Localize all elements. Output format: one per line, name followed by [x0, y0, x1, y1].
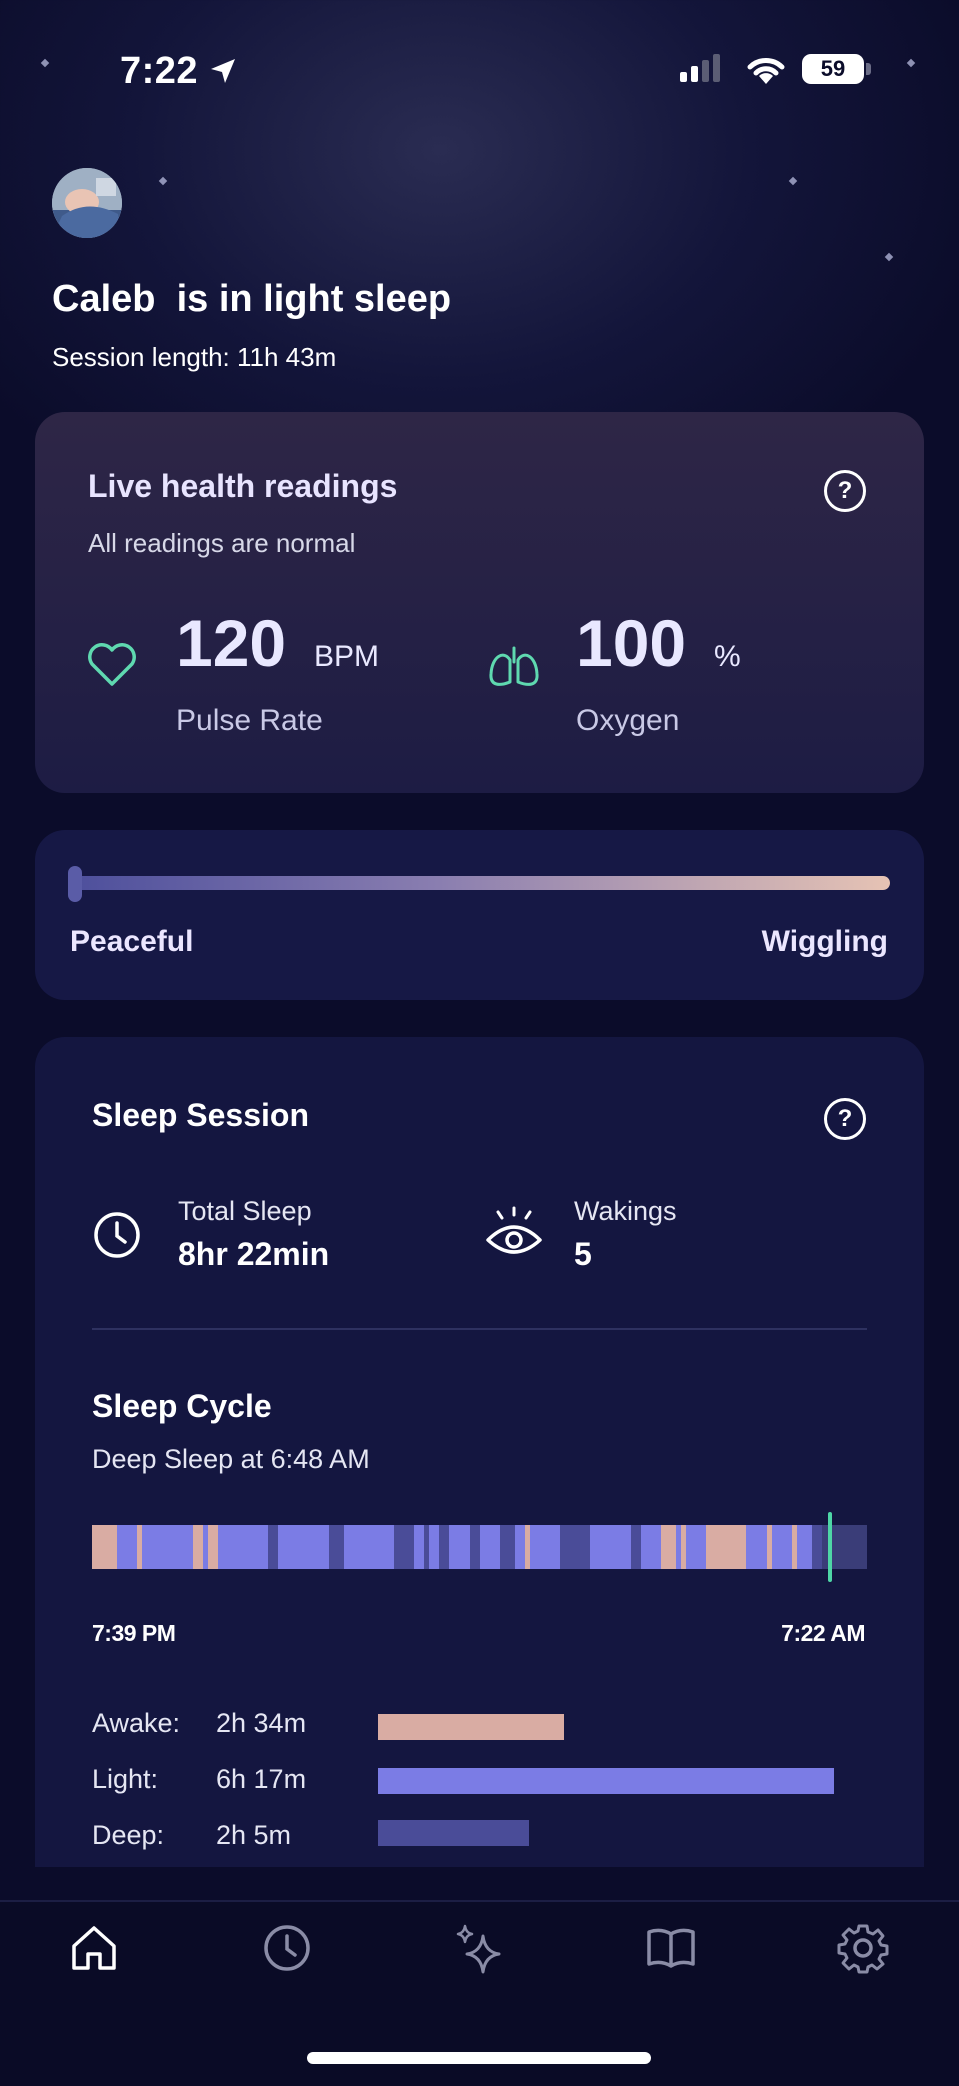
stage-name-light: Light:	[92, 1764, 159, 1794]
battery-indicator: 59	[802, 54, 864, 84]
heart-icon	[88, 643, 136, 686]
stage-name-deep: Deep:	[92, 1820, 165, 1850]
lungs-icon	[489, 646, 539, 686]
timeline-segment	[706, 1525, 747, 1569]
timeline-segment	[530, 1525, 561, 1569]
timeline-segment	[660, 1525, 677, 1569]
timeline-segment	[328, 1525, 345, 1569]
live-health-title: Live health readings	[88, 468, 398, 504]
tab-settings[interactable]	[835, 1920, 891, 1976]
movement-meter-track	[70, 876, 890, 890]
timeline-segment	[771, 1525, 793, 1569]
section-divider	[92, 1328, 867, 1330]
timeline-segment	[686, 1525, 707, 1569]
oxygen-unit: %	[714, 640, 741, 673]
timeline-segment	[192, 1525, 204, 1569]
timeline-segment	[439, 1525, 450, 1569]
total-sleep-label: Total Sleep	[178, 1196, 312, 1226]
oxygen-value: 100	[576, 606, 687, 680]
home-indicator	[307, 2052, 651, 2064]
stage-duration-light: 6h 17m	[216, 1764, 307, 1794]
pulse-label: Pulse Rate	[176, 704, 323, 737]
timeline-segment	[514, 1525, 526, 1569]
movement-card	[35, 830, 924, 1000]
sleep-cycle-title: Sleep Cycle	[92, 1388, 272, 1424]
live-health-help-button[interactable]: ?	[824, 470, 866, 512]
timeline-segment	[479, 1525, 501, 1569]
pulse-value: 120	[176, 606, 287, 680]
star-decoration	[884, 252, 894, 262]
timeline-segment	[227, 1525, 269, 1569]
timeline-segment	[429, 1525, 440, 1569]
sleep-cycle-subtitle: Deep Sleep at 6:48 AM	[92, 1444, 370, 1474]
wifi-icon	[747, 58, 785, 84]
gear-icon	[837, 1924, 889, 1974]
timeline-segment	[640, 1525, 662, 1569]
timeline-start-time: 7:39 PM	[92, 1620, 176, 1646]
timeline-segment	[92, 1525, 118, 1569]
wakings-value: 5	[574, 1236, 592, 1272]
total-sleep-value: 8hr 22min	[178, 1236, 330, 1272]
status-time: 7:22	[120, 50, 199, 92]
tab-guides[interactable]	[643, 1920, 699, 1976]
timeline-now-marker	[828, 1512, 832, 1582]
timeline-segment	[142, 1525, 194, 1569]
sparkles-icon	[456, 1924, 501, 1974]
timeline-segment	[414, 1525, 425, 1569]
timeline-segment	[278, 1525, 330, 1569]
avatar[interactable]	[52, 168, 122, 238]
sleep-cycle-timeline[interactable]	[92, 1525, 867, 1569]
timeline-segment	[268, 1525, 279, 1569]
sleep-status-headline: Caleb is in light sleep	[52, 278, 452, 320]
stage-bar-light	[378, 1768, 834, 1794]
timeline-segment	[560, 1525, 591, 1569]
movement-right-label: Wiggling	[761, 925, 888, 958]
sleep-session-title: Sleep Session	[92, 1097, 309, 1133]
stage-duration-awake: 2h 34m	[216, 1708, 307, 1738]
timeline-segment	[217, 1525, 229, 1569]
movement-left-label: Peaceful	[70, 925, 194, 958]
wakings-label: Wakings	[574, 1196, 677, 1226]
timeline-segment	[590, 1525, 632, 1569]
timeline-segment	[117, 1525, 138, 1569]
timeline-segment	[449, 1525, 471, 1569]
stage-name-awake: Awake:	[92, 1708, 181, 1738]
star-decoration	[788, 176, 798, 186]
tab-home[interactable]	[66, 1920, 122, 1976]
star-decoration	[158, 176, 168, 186]
timeline-segment	[746, 1525, 768, 1569]
timeline-segment	[207, 1525, 219, 1569]
home-icon	[72, 1926, 116, 1970]
timeline-segment	[796, 1525, 813, 1569]
clock-icon	[94, 1212, 140, 1258]
live-health-subtitle: All readings are normal	[88, 528, 356, 558]
timeline-segment	[811, 1525, 823, 1569]
battery-tip	[866, 63, 871, 75]
oxygen-label: Oxygen	[576, 704, 680, 737]
timeline-segment	[469, 1525, 481, 1569]
cellular-signal-icon	[680, 54, 720, 82]
movement-meter-marker	[68, 866, 82, 902]
timeline-segment	[394, 1525, 415, 1569]
timeline-end-time: 7:22 AM	[781, 1620, 865, 1646]
session-length: Session length: 11h 43m	[52, 342, 337, 372]
sleep-session-help-button[interactable]: ?	[824, 1098, 866, 1140]
eye-icon	[486, 1206, 542, 1254]
clock-icon	[264, 1925, 310, 1971]
timeline-segment	[630, 1525, 642, 1569]
location-arrow-icon	[211, 59, 235, 83]
timeline-segment	[499, 1525, 516, 1569]
book-icon	[647, 1928, 695, 1968]
tab-insights[interactable]	[451, 1920, 507, 1976]
stage-bar-awake	[378, 1714, 564, 1740]
stage-bar-deep	[378, 1820, 529, 1846]
tab-history[interactable]	[259, 1920, 315, 1976]
status-bar: 7:22 59	[0, 0, 959, 130]
stage-duration-deep: 2h 5m	[216, 1820, 292, 1850]
pulse-unit: BPM	[314, 640, 380, 673]
timeline-segment	[343, 1525, 395, 1569]
